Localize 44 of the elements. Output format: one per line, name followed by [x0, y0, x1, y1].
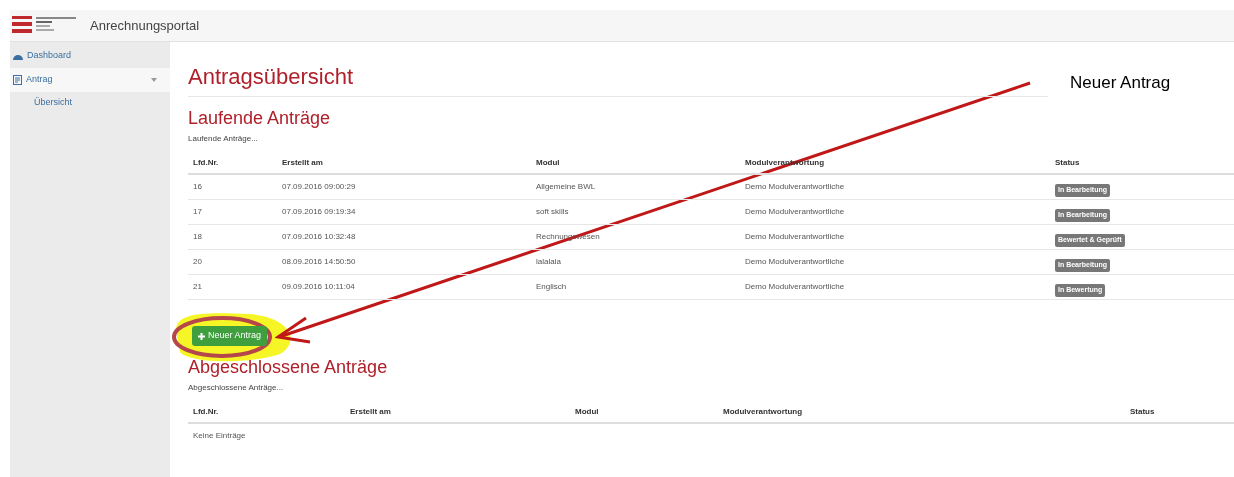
section-subtitle: Laufende Anträge...	[188, 133, 259, 145]
section-title: Abgeschlossene Anträge	[188, 356, 389, 378]
table-cell-text: Demo Modulverantwortliche	[745, 256, 846, 268]
sidebar-item[interactable]: Dashboard	[10, 44, 170, 68]
app-title: Anrechnungsportal	[90, 16, 200, 35]
table-cell-text: soft skills	[536, 206, 570, 218]
callout-label: Neuer Antrag	[1070, 72, 1171, 94]
table-cell-text: Demo Modulverantwortliche	[745, 181, 846, 193]
table-cell-text: 18	[193, 231, 203, 243]
table-cell-text: 16	[193, 181, 203, 193]
table-cell-text: 17	[193, 206, 203, 218]
section-title: Laufende Anträge	[188, 107, 332, 129]
table-cell-text: 08.09.2016 14:50:50	[282, 256, 357, 268]
table-cell-text: lalalala	[536, 256, 562, 268]
table-cell-text: Demo Modulverantwortliche	[745, 231, 846, 243]
chevron-icon	[151, 78, 157, 82]
table-cell-text: Englisch	[536, 281, 568, 293]
new-application-button[interactable]: Neuer Antrag	[192, 326, 268, 346]
column-header: Erstellt am	[282, 157, 324, 169]
column-header: Modul	[575, 406, 600, 418]
column-header: Lfd.Nr.	[193, 157, 220, 169]
table-cell-text: 21	[193, 281, 203, 293]
column-header: Modulverantwortung	[723, 406, 804, 418]
document-icon	[13, 75, 22, 85]
column-header: Erstellt am	[350, 406, 392, 418]
sidebar-item[interactable]: Antrag	[10, 68, 170, 92]
plus-icon	[198, 332, 205, 340]
section-subtitle: Abgeschlossene Anträge...	[188, 382, 285, 394]
column-header: Status	[1055, 157, 1081, 169]
table-cell-text: 20	[193, 256, 203, 268]
column-header: Lfd.Nr.	[193, 406, 220, 418]
table-cell-text: 07.09.2016 10:32:48	[282, 231, 357, 243]
table-cell-text: 07.09.2016 09:00:29	[282, 181, 357, 193]
table-cell-text: 07.09.2016 09:19:34	[282, 206, 357, 218]
column-header: Modul	[536, 157, 561, 169]
empty-message: Keine Einträge	[193, 430, 246, 442]
table-cell-text: 09.09.2016 10:11:04	[282, 281, 356, 293]
table-cell-text: Demo Modulverantwortliche	[745, 206, 846, 218]
dashboard-icon	[13, 52, 23, 60]
column-header: Status	[1130, 406, 1156, 418]
table-cell-text: Allgemeine BWL	[536, 181, 597, 193]
table-cell-text: Demo Modulverantwortliche	[745, 281, 846, 293]
sidebar-subitem[interactable]: Übersicht	[10, 92, 170, 114]
page-title: Antragsübersicht	[188, 64, 355, 90]
